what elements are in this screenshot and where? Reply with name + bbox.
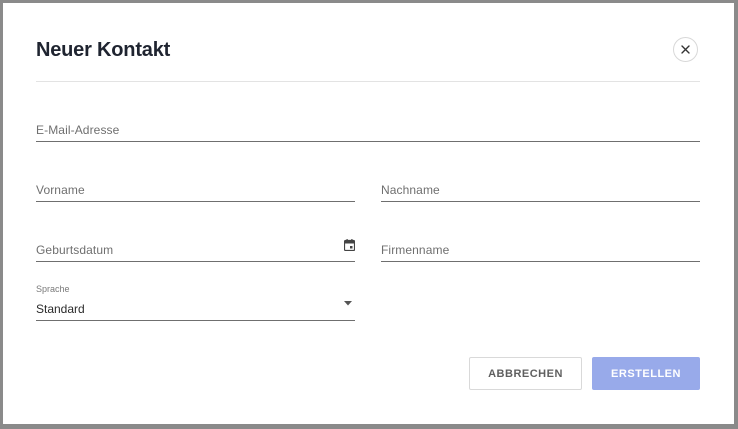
firstname-placeholder: Vorname — [36, 183, 85, 197]
company-placeholder: Firmenname — [381, 243, 450, 257]
close-button[interactable] — [673, 37, 698, 62]
email-field[interactable]: E-Mail-Adresse — [36, 115, 700, 142]
dialog-title: Neuer Kontakt — [36, 39, 171, 61]
cancel-button[interactable]: ABBRECHEN — [469, 357, 582, 390]
birthdate-field[interactable]: Geburtsdatum — [36, 235, 356, 262]
new-contact-dialog: Neuer Kontakt E-Mail-Adresse Vorname Nac… — [3, 3, 734, 424]
language-value: Standard — [36, 302, 85, 316]
close-icon — [681, 45, 690, 54]
lastname-field[interactable]: Nachname — [381, 175, 700, 202]
firstname-field[interactable]: Vorname — [36, 175, 355, 202]
calendar-icon[interactable] — [343, 238, 356, 256]
language-label: Sprache — [36, 284, 70, 294]
birthdate-placeholder: Geburtsdatum — [36, 243, 114, 257]
company-field[interactable]: Firmenname — [381, 235, 700, 262]
header-divider — [36, 81, 700, 82]
language-select[interactable]: Sprache Standard — [36, 284, 355, 321]
create-button[interactable]: ERSTELLEN — [592, 357, 700, 390]
dropdown-arrow-icon — [344, 293, 352, 311]
email-placeholder: E-Mail-Adresse — [36, 123, 120, 137]
lastname-placeholder: Nachname — [381, 183, 440, 197]
